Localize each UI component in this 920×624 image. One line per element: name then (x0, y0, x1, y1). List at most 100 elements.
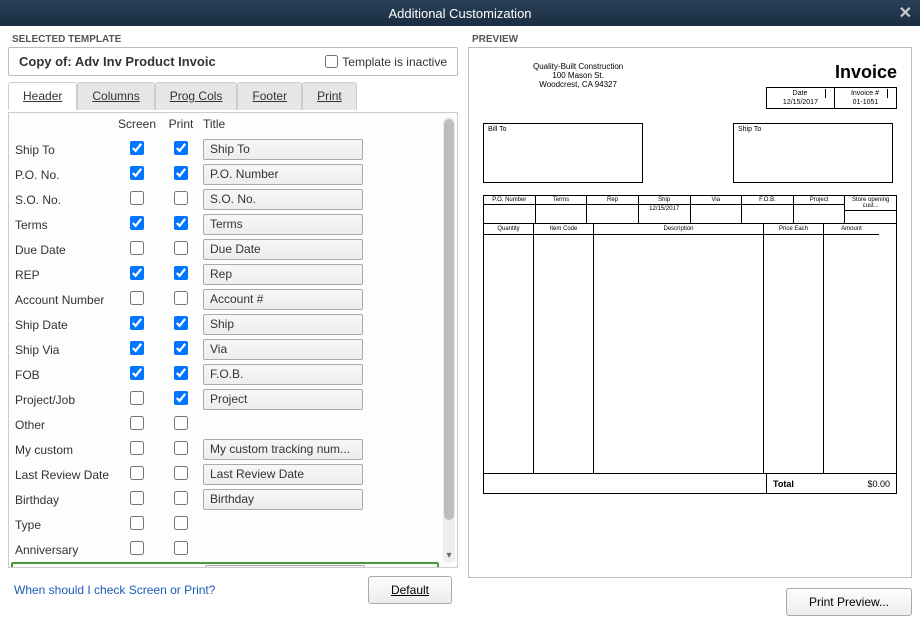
scrollbar[interactable]: ▾ (443, 117, 455, 563)
field-label: Birthday (15, 493, 115, 507)
tab-header[interactable]: Header (8, 82, 77, 110)
print-checkbox[interactable] (174, 216, 188, 230)
print-checkbox[interactable] (174, 266, 188, 280)
print-checkbox[interactable] (174, 291, 188, 305)
field-row: Ship ToShip To (9, 137, 441, 162)
screen-checkbox[interactable] (130, 241, 144, 255)
title-input[interactable]: Project (203, 389, 363, 410)
print-checkbox[interactable] (174, 416, 188, 430)
title-input[interactable]: Terms (203, 214, 363, 235)
title-input[interactable]: F.O.B. (203, 364, 363, 385)
field-row: Terms Terms (9, 212, 441, 237)
screen-checkbox[interactable] (130, 391, 144, 405)
title-input[interactable]: My custom tracking num... (203, 439, 363, 460)
field-label: P.O. No. (15, 168, 115, 182)
default-button[interactable]: Default (368, 576, 452, 604)
title-input[interactable]: Rep (203, 264, 363, 285)
title-input[interactable]: S.O. No. (203, 189, 363, 210)
print-checkbox[interactable] (174, 191, 188, 205)
screen-checkbox[interactable] (130, 316, 144, 330)
print-checkbox[interactable] (174, 441, 188, 455)
print-checkbox[interactable] (174, 541, 188, 555)
field-row: Account NumberAccount # (9, 287, 441, 312)
titlebar: Additional Customization ✕ (0, 0, 920, 26)
title-input[interactable]: Due Date (203, 239, 363, 260)
field-row: Last Review DateLast Review Date (9, 462, 441, 487)
tab-prog-cols[interactable]: Prog Cols (155, 82, 238, 110)
screen-checkbox[interactable] (130, 466, 144, 480)
meta-cell: Store opening cust... (845, 196, 896, 223)
screen-checkbox[interactable] (130, 516, 144, 530)
screen-checkbox[interactable] (130, 216, 144, 230)
screen-checkbox[interactable] (130, 341, 144, 355)
help-link[interactable]: When should I check Screen or Print? (14, 583, 215, 597)
screen-checkbox[interactable] (130, 166, 144, 180)
fields-header: Screen Print Title (9, 113, 457, 135)
inactive-checkbox-wrap[interactable]: Template is inactive (325, 55, 447, 69)
invoice-title: Invoice (766, 62, 897, 83)
screen-checkbox[interactable] (130, 191, 144, 205)
inactive-checkbox[interactable] (325, 55, 338, 68)
field-row: Ship Date Ship (9, 312, 441, 337)
print-checkbox[interactable] (174, 466, 188, 480)
field-label: Due Date (15, 243, 115, 257)
screen-checkbox[interactable] (130, 266, 144, 280)
scrollbar-thumb[interactable] (444, 119, 454, 520)
field-label: Ship Date (15, 318, 115, 332)
print-preview-button[interactable]: Print Preview... (786, 588, 912, 616)
total-row: Total $0.00 (483, 474, 897, 494)
title-input[interactable]: Store opening customer? (205, 565, 365, 567)
print-checkbox[interactable] (174, 491, 188, 505)
field-row: P.O. No. P.O. Number (9, 162, 441, 187)
field-label: FOB (15, 368, 115, 382)
title-input[interactable]: Last Review Date (203, 464, 363, 485)
selected-template-label: SELECTED TEMPLATE (12, 34, 458, 45)
screen-checkbox[interactable] (130, 491, 144, 505)
field-label: Type (15, 518, 115, 532)
field-label: Terms (15, 218, 115, 232)
title-input[interactable]: Birthday (203, 489, 363, 510)
title-input[interactable]: Via (203, 339, 363, 360)
tab-print[interactable]: Print (302, 82, 357, 110)
title-input[interactable]: Account # (203, 289, 363, 310)
screen-checkbox[interactable] (130, 441, 144, 455)
tab-footer[interactable]: Footer (237, 82, 302, 110)
items-col: Item Code (534, 224, 594, 473)
meta-row: P.O. NumberTermsRepShip12/15/2017ViaF.O.… (483, 195, 897, 224)
meta-cell: P.O. Number (484, 196, 536, 223)
tab-columns[interactable]: Columns (77, 82, 154, 110)
meta-cell: Ship12/15/2017 (639, 196, 691, 223)
print-checkbox[interactable] (174, 316, 188, 330)
date-header: Date (775, 89, 826, 98)
items-col: Price Each (764, 224, 824, 473)
screen-checkbox[interactable] (130, 291, 144, 305)
invnum-value: 01-1051 (843, 98, 888, 107)
field-label: Project/Job (15, 393, 115, 407)
billto-box: Bill To (483, 123, 643, 183)
field-label: Other (15, 418, 115, 432)
print-checkbox[interactable] (174, 391, 188, 405)
print-checkbox[interactable] (174, 141, 188, 155)
screen-checkbox[interactable] (130, 541, 144, 555)
items-col: Quantity (484, 224, 534, 473)
print-checkbox[interactable] (174, 366, 188, 380)
total-label: Total (773, 479, 794, 489)
print-checkbox[interactable] (174, 516, 188, 530)
meta-cell: Rep (587, 196, 639, 223)
col-title: Title (203, 117, 403, 131)
print-checkbox[interactable] (174, 166, 188, 180)
company-addr1: 100 Mason St. (533, 71, 623, 80)
scroll-down-icon[interactable]: ▾ (443, 550, 455, 561)
title-input[interactable]: Ship (203, 314, 363, 335)
invnum-header: Invoice # (843, 89, 888, 98)
print-checkbox[interactable] (174, 341, 188, 355)
field-row: FOB F.O.B. (9, 362, 441, 387)
title-input[interactable]: P.O. Number (203, 164, 363, 185)
screen-checkbox[interactable] (130, 141, 144, 155)
close-icon[interactable]: ✕ (899, 3, 912, 23)
print-checkbox[interactable] (174, 241, 188, 255)
title-input[interactable]: Ship To (203, 139, 363, 160)
screen-checkbox[interactable] (130, 366, 144, 380)
template-box: Copy of: Adv Inv Product Invoic Template… (8, 47, 458, 76)
screen-checkbox[interactable] (130, 416, 144, 430)
